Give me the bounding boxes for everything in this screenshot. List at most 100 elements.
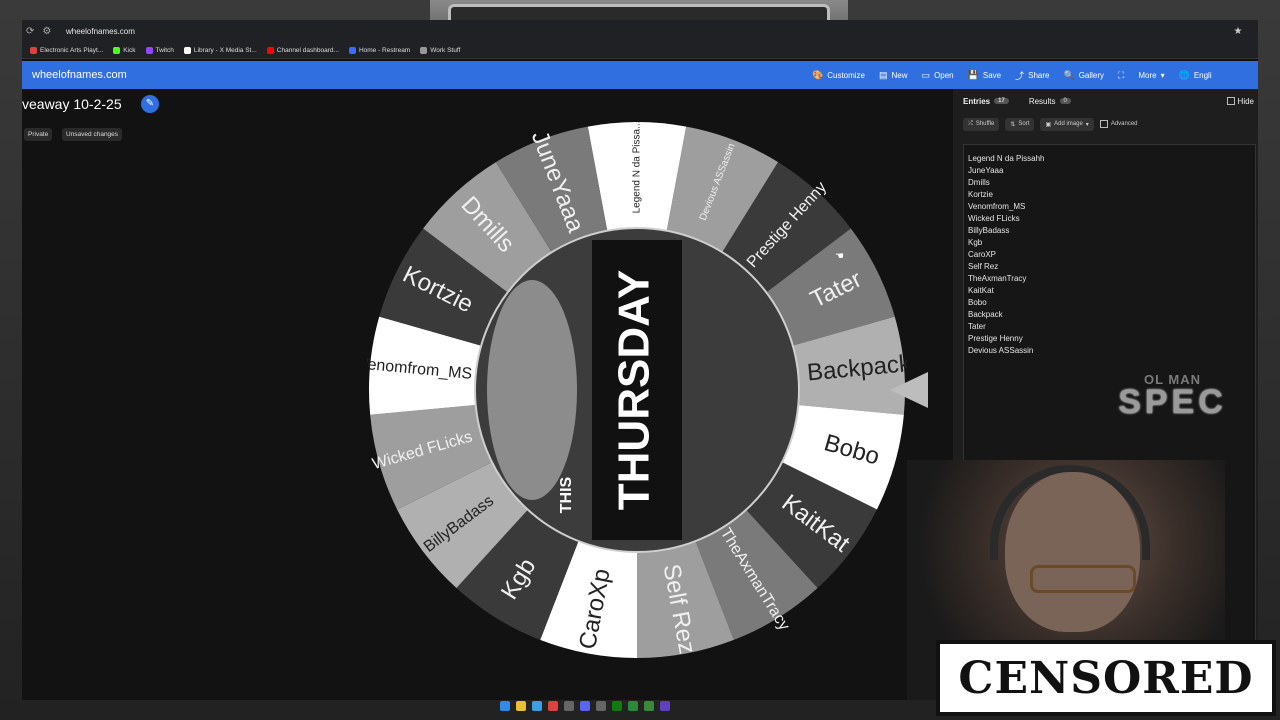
entry-line[interactable]: Venomfrom_MS [968, 201, 1251, 213]
app-icon[interactable] [628, 701, 638, 711]
wheel-of-names[interactable]: Legend N da Pissa... Devious ASSassin Pres… [367, 120, 907, 660]
bookmark-item[interactable]: Electronic Arts Playt... [30, 46, 104, 54]
bookmark-item[interactable]: Twitch [145, 46, 174, 54]
menu-icon: 🌐 [1178, 69, 1190, 80]
top-menu: 🎨 Customize ▤ New ▭ Open 💾 Save ⤴ Share 🔍 Gallery ⛶ M… [812, 69, 1212, 82]
entry-line[interactable]: Kortzie [968, 189, 1251, 201]
entry-line[interactable]: Dmills [968, 177, 1251, 189]
bookmark-label: Electronic Arts Playt... [40, 46, 104, 54]
channel-watermark: OL MAN SPEC [1100, 372, 1245, 419]
menu-item-more[interactable]: More ▾ [1138, 71, 1164, 80]
discord-icon[interactable] [580, 701, 590, 711]
entry-tools: ⤮ Shuffle ⇅ Sort ▣ Add image ▾ Advanced [953, 113, 1258, 135]
menu-item-customize[interactable]: 🎨 Customize [812, 70, 865, 81]
bookmark-icon [30, 46, 37, 54]
bookmark-icon [348, 46, 356, 54]
edit-title-button[interactable]: ✎ [141, 95, 159, 113]
shuffle-button[interactable]: ⤮ Shuffle [963, 117, 1000, 131]
bookmark-star-icon[interactable]: ★ [1218, 26, 1258, 37]
url-text[interactable]: wheelofnames.com [66, 27, 1218, 36]
entry-line[interactable]: Wicked FLicks [968, 213, 1251, 225]
mouse-cursor-icon: ☚ [835, 251, 844, 262]
bookmark-icon [183, 46, 191, 54]
image-icon: ▣ [1045, 121, 1052, 128]
wheel-pointer [890, 372, 928, 408]
menu-item-share[interactable]: ⤴ Share [1015, 69, 1049, 82]
site-logo[interactable]: wheelofnames.com [22, 69, 812, 81]
bookmark-item[interactable]: Work Stuff [420, 46, 461, 54]
entry-line[interactable]: TheAxmanTracy [968, 273, 1251, 285]
start-icon[interactable] [500, 701, 510, 711]
nav-buttons: ⟳ ⚙ [22, 26, 66, 37]
entry-line[interactable]: CaroXP [968, 249, 1251, 261]
folder-icon[interactable] [516, 701, 526, 711]
bookmark-label: Twitch [155, 46, 174, 54]
entry-line[interactable]: Legend N da Pissahh [968, 153, 1251, 165]
menu-item-save[interactable]: 💾 Save [968, 70, 1001, 81]
chrome-icon[interactable] [548, 701, 558, 711]
tab-entries[interactable]: Entries 17 [953, 97, 1019, 106]
entry-line[interactable]: Prestige Henny [968, 333, 1251, 345]
sort-icon: ⇅ [1010, 121, 1016, 128]
bookmark-icon [113, 46, 121, 54]
bookmark-item[interactable]: Channel dashboard... [266, 46, 339, 54]
entry-line[interactable]: KaitKat [968, 285, 1251, 297]
menu-icon: 🔍 [1063, 69, 1075, 80]
advanced-checkbox[interactable] [1099, 120, 1108, 128]
app-icon[interactable] [564, 701, 574, 711]
shuffle-label: Shuffle [975, 121, 995, 127]
sort-button[interactable]: ⇅ Sort [1005, 117, 1035, 131]
bookmark-label: Work Stuff [430, 46, 461, 54]
menu-label: Engli [1193, 70, 1212, 80]
menu-label: Share [1028, 70, 1050, 80]
menu-item-open[interactable]: ▭ Open [922, 70, 954, 81]
edge-icon[interactable] [532, 701, 542, 711]
censored-text: CENSORED [958, 652, 1254, 704]
address-bar: ⟳ ⚙ wheelofnames.com ★ [22, 20, 1258, 42]
entry-line[interactable]: Bobo [968, 297, 1251, 309]
bookmark-item[interactable]: Library - X Media St... [183, 46, 257, 54]
bookmark-label: Home - Restream [358, 46, 411, 54]
taskbar [500, 698, 790, 714]
shuffle-icon: ⤮ [968, 120, 973, 127]
center-small-text: THIS [558, 476, 575, 513]
entry-line[interactable]: Backpack [968, 309, 1251, 321]
private-chip[interactable]: Private [24, 128, 53, 141]
app-icon[interactable] [644, 701, 654, 711]
menu-icon: ▤ [879, 69, 888, 80]
entry-line[interactable]: Kgb [968, 237, 1251, 249]
entry-line[interactable]: Devious ASSassin [968, 345, 1251, 357]
hide-checkbox[interactable] [1226, 97, 1235, 105]
menu-label: Open [934, 70, 954, 80]
menu-item-gallery[interactable]: 🔍 Gallery [1063, 70, 1104, 81]
bookmark-label: Kick [123, 46, 136, 54]
add-image-button[interactable]: ▣ Add image ▾ [1040, 117, 1094, 131]
reload-icon[interactable]: ⟳ [26, 26, 34, 37]
site-info-icon[interactable]: ⚙ [42, 26, 51, 37]
app-icon[interactable] [596, 701, 606, 711]
xbox-icon[interactable] [612, 701, 622, 711]
entry-line[interactable]: Tater [968, 321, 1251, 333]
tab-entries-label: Entries [963, 96, 991, 106]
tab-results[interactable]: Results 0 [1019, 97, 1081, 106]
menu-item-engli[interactable]: 🌐 Engli [1179, 70, 1212, 81]
bookmark-icon [145, 46, 153, 54]
advanced-toggle[interactable]: Advanced [1099, 120, 1138, 128]
advanced-label: Advanced [1110, 121, 1138, 127]
center-text: THURSDAY [610, 270, 659, 510]
menu-item-new[interactable]: ▤ New [879, 70, 908, 81]
hide-toggle[interactable]: Hide [1226, 97, 1258, 106]
add-image-label: Add image [1054, 121, 1083, 127]
entry-line[interactable]: BillyBadass [968, 225, 1251, 237]
entry-line[interactable]: JuneYaaa [968, 165, 1251, 177]
bookmark-icon [266, 46, 274, 54]
app-icon[interactable] [660, 701, 670, 711]
bookmark-item[interactable]: Kick [113, 46, 136, 54]
entry-line[interactable]: Self Rez [968, 261, 1251, 273]
fullscreen-icon[interactable]: ⛶ [1118, 70, 1124, 81]
tab-results-label: Results [1028, 96, 1056, 106]
bookmark-item[interactable]: Home - Restream [348, 46, 411, 54]
menu-label: Customize [827, 70, 866, 80]
menu-label: Save [982, 70, 1002, 80]
app-bar: wheelofnames.com 🎨 Customize ▤ New ▭ Open 💾 Sav… [22, 61, 1258, 89]
